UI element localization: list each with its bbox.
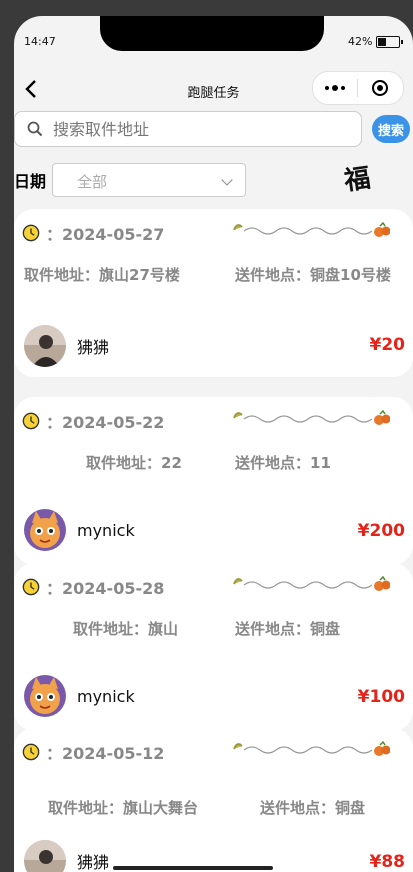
- delivery-address: 送件地点：铜盘: [260, 799, 366, 817]
- task-date-row: ：2024-05-12: [22, 740, 164, 764]
- home-indicator: [113, 866, 273, 870]
- publisher: mynick: [24, 675, 135, 717]
- vine-decoration-icon: [233, 740, 390, 756]
- phone-screen: 14:47 42% 跑腿任务 搜索 日期 全部 福: [14, 16, 413, 872]
- search-button[interactable]: 搜索: [372, 115, 410, 143]
- mini-program-capsule: [312, 71, 404, 105]
- pickup-address: 取件地址：旗山27号楼: [24, 266, 180, 284]
- task-date: 2024-05-27: [62, 225, 165, 244]
- vine-decoration-icon: [233, 575, 390, 591]
- task-price: ¥88: [369, 852, 406, 872]
- task-date: 2024-05-28: [62, 579, 165, 598]
- task-card[interactable]: ：2024-05-28 取件地址：旗山 送件地点：铜盘 mynick ¥100: [14, 563, 413, 731]
- date-prefix: ：: [46, 413, 63, 432]
- search-box: [14, 111, 362, 147]
- date-filter-value: 全部: [77, 173, 108, 191]
- date-prefix: ：: [46, 225, 63, 244]
- vine-decoration-icon: [233, 409, 390, 425]
- task-date: 2024-05-12: [62, 744, 165, 763]
- publisher-name: mynick: [77, 520, 135, 540]
- publisher-name: 狒狒: [77, 853, 110, 872]
- chevron-down-icon: [221, 174, 233, 186]
- clock-icon: [22, 224, 40, 242]
- status-battery: 42%: [348, 35, 404, 48]
- task-date: 2024-05-22: [62, 413, 165, 432]
- search-icon: [27, 121, 43, 137]
- task-card[interactable]: ：2024-05-12 取件地址：旗山大舞台 送件地点：铜盘 狒狒 ¥88: [14, 728, 413, 872]
- task-price: ¥20: [369, 335, 406, 355]
- vine-decoration-icon: [233, 221, 390, 237]
- date-prefix: ：: [46, 579, 63, 598]
- avatar: [24, 840, 66, 872]
- pickup-address: 取件地址：旗山: [73, 620, 179, 638]
- publisher-name: mynick: [77, 686, 135, 706]
- navigation-bar: 跑腿任务: [14, 71, 413, 107]
- task-date-row: ：2024-05-28: [22, 575, 164, 599]
- avatar: [24, 509, 66, 551]
- task-card[interactable]: ：2024-05-27 取件地址：旗山27号楼 送件地点：铜盘10号楼 狒狒 ¥…: [14, 209, 413, 377]
- avatar: [24, 675, 66, 717]
- date-filter-label: 日期: [14, 172, 47, 191]
- pickup-address: 取件地址：22: [86, 454, 182, 472]
- delivery-address: 送件地点：铜盘: [235, 620, 341, 638]
- publisher-name: 狒狒: [77, 338, 110, 357]
- camera-notch: [100, 16, 324, 51]
- task-date-row: ：2024-05-27: [22, 221, 164, 245]
- clock-icon: [22, 743, 40, 761]
- date-prefix: ：: [46, 744, 63, 763]
- task-date-row: ：2024-05-22: [22, 409, 164, 433]
- filter-row: 日期 全部 福: [14, 163, 413, 197]
- delivery-address: 送件地点：11: [235, 454, 331, 472]
- date-filter-select[interactable]: 全部: [52, 163, 246, 197]
- battery-percent: 42%: [348, 35, 373, 48]
- publisher: 狒狒: [24, 840, 109, 872]
- more-icon[interactable]: [313, 85, 357, 91]
- fu-decoration: 福: [342, 163, 373, 197]
- status-time: 14:47: [24, 35, 56, 48]
- battery-icon: [376, 35, 404, 48]
- pickup-address: 取件地址：旗山大舞台: [48, 799, 199, 817]
- avatar: [24, 325, 66, 367]
- task-price: ¥200: [357, 521, 405, 541]
- delivery-address: 送件地点：铜盘10号楼: [235, 266, 391, 284]
- close-miniprogram-icon[interactable]: [358, 80, 402, 96]
- task-card[interactable]: ：2024-05-22 取件地址：22 送件地点：11 mynick ¥200: [14, 397, 413, 565]
- task-price: ¥100: [357, 687, 405, 707]
- publisher: mynick: [24, 509, 135, 551]
- publisher: 狒狒: [24, 325, 109, 367]
- clock-icon: [22, 578, 40, 596]
- search-input[interactable]: [51, 118, 335, 140]
- clock-icon: [22, 412, 40, 430]
